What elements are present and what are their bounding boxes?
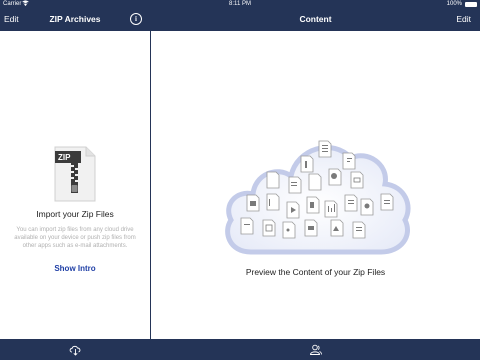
- contacts-icon[interactable]: [309, 343, 322, 356]
- content-pane: Preview the Content of your Zip Files: [151, 31, 480, 339]
- show-intro-link[interactable]: Show Intro: [0, 264, 150, 273]
- battery-icon: [465, 2, 477, 7]
- import-description: You can import zip files from any cloud …: [14, 227, 136, 249]
- right-edit-button[interactable]: Edit: [456, 8, 471, 31]
- zip-icon-label: ZIP: [58, 153, 71, 162]
- left-nav-title: ZIP Archives: [49, 14, 101, 24]
- battery-percent: 100%: [446, 1, 462, 7]
- right-toolbar: [151, 339, 480, 360]
- left-nav-bar: Edit ZIP Archives i: [0, 8, 150, 31]
- info-icon[interactable]: i: [130, 13, 142, 25]
- left-toolbar: [0, 339, 150, 360]
- preview-caption: Preview the Content of your Zip Files: [245, 267, 386, 277]
- zip-file-icon: ZIP: [54, 146, 96, 202]
- status-bar: Carrier 8:11 PM 100%: [0, 0, 480, 8]
- app-root: Carrier 8:11 PM 100% Edit ZIP Archives i…: [0, 0, 480, 360]
- clock-label: 8:11 PM: [229, 1, 251, 7]
- right-nav-bar: Content Edit: [151, 8, 480, 31]
- import-title: Import your Zip Files: [36, 209, 114, 219]
- cloud-illustration: [221, 134, 411, 256]
- archives-pane: ZIP Import your Zip Files You can import…: [0, 31, 150, 339]
- right-nav-title: Content: [299, 14, 332, 24]
- cloud-download-icon[interactable]: [69, 343, 82, 356]
